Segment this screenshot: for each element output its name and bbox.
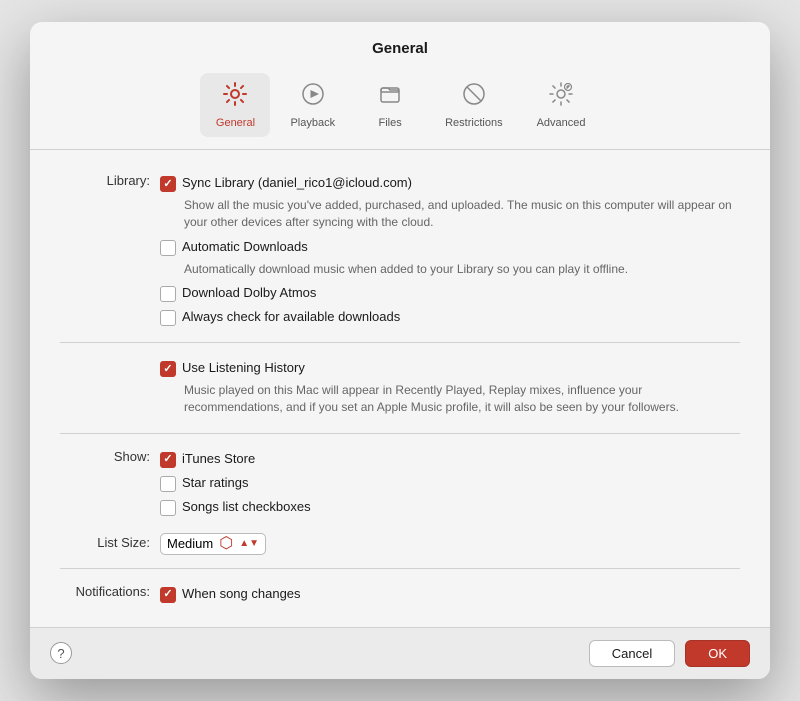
listening-history-desc: Music played on this Mac will appear in … xyxy=(184,382,740,416)
tab-advanced-label: Advanced xyxy=(537,117,586,129)
ok-button[interactable]: OK xyxy=(685,640,750,667)
listening-history-option-row: Use Listening History xyxy=(160,356,740,380)
restrictions-icon xyxy=(461,81,487,113)
songs-list-row: Songs list checkboxes xyxy=(160,495,740,519)
sync-library-desc: Show all the music you've added, purchas… xyxy=(184,197,740,231)
list-size-row: List Size: Medium ⬡ ▲▼ xyxy=(60,528,740,560)
show-row: Show: iTunes Store Star ratings Songs li… xyxy=(60,442,740,524)
files-icon xyxy=(377,81,403,113)
download-dolby-label: Download Dolby Atmos xyxy=(182,284,316,300)
automatic-downloads-row: Automatic Downloads xyxy=(160,235,740,259)
sync-library-label: Sync Library (daniel_rico1@icloud.com) xyxy=(182,174,412,190)
listening-history-section: Use Listening History Music played on th… xyxy=(60,351,740,425)
list-size-select[interactable]: Medium ⬡ ▲▼ xyxy=(160,533,266,555)
always-check-row: Always check for available downloads xyxy=(160,305,740,329)
automatic-downloads-desc: Automatically download music when added … xyxy=(184,261,740,278)
when-song-changes-label: When song changes xyxy=(182,585,301,601)
star-ratings-row: Star ratings xyxy=(160,471,740,495)
star-ratings-label: Star ratings xyxy=(182,474,248,490)
star-ratings-checkbox[interactable] xyxy=(160,476,176,492)
sync-library-checkbox[interactable] xyxy=(160,176,176,192)
divider-1 xyxy=(60,342,740,343)
tab-playback-label: Playback xyxy=(290,117,335,129)
show-label: Show: xyxy=(60,447,160,464)
list-size-arrow-icon: ⬡ xyxy=(219,536,233,552)
action-buttons: Cancel OK xyxy=(589,640,750,667)
listening-history-content: Use Listening History Music played on th… xyxy=(160,356,740,420)
songs-list-label: Songs list checkboxes xyxy=(182,498,311,514)
cancel-button[interactable]: Cancel xyxy=(589,640,675,667)
automatic-downloads-checkbox[interactable] xyxy=(160,240,176,256)
tab-restrictions-label: Restrictions xyxy=(445,117,502,129)
library-content: Sync Library (daniel_rico1@icloud.com) S… xyxy=(160,171,740,329)
help-button[interactable]: ? xyxy=(50,642,72,664)
list-size-label: List Size: xyxy=(60,533,160,550)
tab-playback[interactable]: Playback xyxy=(276,73,349,137)
advanced-icon xyxy=(548,81,574,113)
always-check-checkbox[interactable] xyxy=(160,310,176,326)
tab-advanced[interactable]: Advanced xyxy=(523,73,600,137)
list-size-content: Medium ⬡ ▲▼ xyxy=(160,533,740,555)
gear-icon xyxy=(222,81,248,113)
content-area: Library: Sync Library (daniel_rico1@iclo… xyxy=(30,150,770,627)
itunes-store-row: iTunes Store xyxy=(160,447,740,471)
tab-general[interactable]: General xyxy=(200,73,270,137)
itunes-store-checkbox[interactable] xyxy=(160,452,176,468)
show-content: iTunes Store Star ratings Songs list che… xyxy=(160,447,740,519)
preferences-dialog: General General Playback xyxy=(30,22,770,679)
listening-history-checkbox[interactable] xyxy=(160,361,176,377)
library-section: Library: Sync Library (daniel_rico1@iclo… xyxy=(60,166,740,334)
bottom-bar: ? Cancel OK xyxy=(30,627,770,679)
list-size-value: Medium xyxy=(167,536,213,551)
tab-files-label: Files xyxy=(378,117,401,129)
tab-general-label: General xyxy=(216,117,255,129)
download-dolby-checkbox[interactable] xyxy=(160,286,176,302)
library-row: Library: Sync Library (daniel_rico1@iclo… xyxy=(60,166,740,334)
play-icon xyxy=(300,81,326,113)
automatic-downloads-label: Automatic Downloads xyxy=(182,238,308,254)
show-section: Show: iTunes Store Star ratings Songs li… xyxy=(60,442,740,524)
divider-3 xyxy=(60,568,740,569)
library-label: Library: xyxy=(60,171,160,188)
always-check-label: Always check for available downloads xyxy=(182,308,400,324)
listening-history-row: Use Listening History Music played on th… xyxy=(60,351,740,425)
toolbar: General Playback Files xyxy=(30,67,770,150)
itunes-store-label: iTunes Store xyxy=(182,450,255,466)
songs-list-checkbox[interactable] xyxy=(160,500,176,516)
divider-2 xyxy=(60,433,740,434)
download-dolby-row: Download Dolby Atmos xyxy=(160,281,740,305)
dialog-title: General xyxy=(30,22,770,67)
notifications-label: Notifications: xyxy=(60,582,160,599)
notifications-content: When song changes xyxy=(160,582,740,606)
tab-restrictions[interactable]: Restrictions xyxy=(431,73,516,137)
listening-history-empty-label xyxy=(60,356,160,358)
listening-history-label: Use Listening History xyxy=(182,359,305,375)
when-song-changes-checkbox[interactable] xyxy=(160,587,176,603)
when-song-changes-row: When song changes xyxy=(160,582,740,606)
tab-files[interactable]: Files xyxy=(355,73,425,137)
notifications-row: Notifications: When song changes xyxy=(60,577,740,611)
list-size-chevrons-icon: ▲▼ xyxy=(239,539,259,549)
sync-library-row: Sync Library (daniel_rico1@icloud.com) xyxy=(160,171,740,195)
